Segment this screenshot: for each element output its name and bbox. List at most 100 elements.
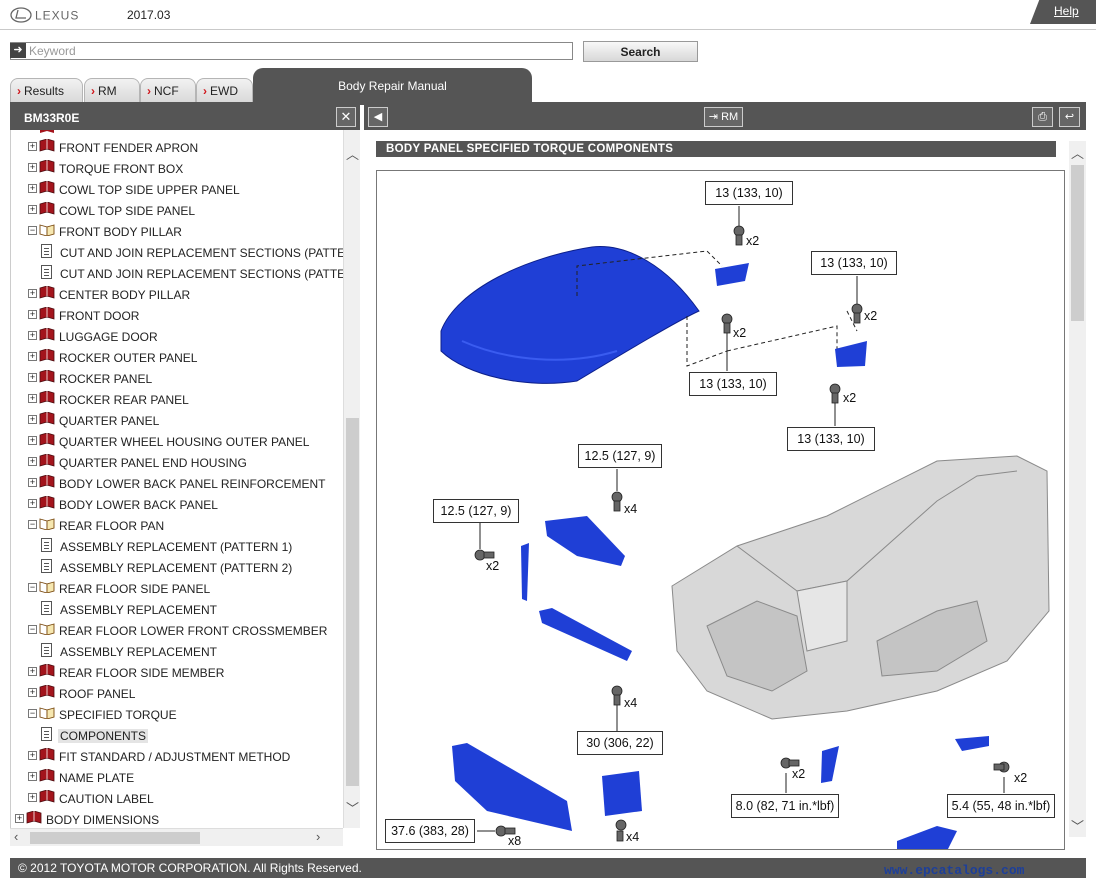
expand-icon[interactable]: +: [28, 142, 37, 151]
tree-item[interactable]: + BODY LOWER BACK PANEL: [11, 494, 343, 515]
lexus-logo: LEXUS: [10, 7, 78, 23]
tree-item[interactable]: CUT AND JOIN REPLACEMENT SECTIONS (PATTE…: [11, 263, 343, 284]
navigation-tree: + FRONT FENDER APRON + TORQUE FRONT BOX + COW…: [10, 130, 343, 828]
tree-item[interactable]: + ROCKER REAR PANEL: [11, 389, 343, 410]
tab-results[interactable]: › Results: [10, 78, 83, 102]
tree-item-label: ASSEMBLY REPLACEMENT (PATTERN 2): [60, 561, 293, 575]
tree-item[interactable]: + TORQUE FRONT BOX: [11, 158, 343, 179]
collapse-icon[interactable]: −: [28, 625, 37, 634]
expand-icon[interactable]: +: [28, 352, 37, 361]
tree-item[interactable]: + FRONT FENDER APRON: [11, 137, 343, 158]
tree-item-label: FRONT FENDER APRON: [59, 141, 199, 155]
top-bar: LEXUS 2017.03 Help: [0, 0, 1096, 30]
tree-item[interactable]: + COWL TOP SIDE PANEL: [11, 200, 343, 221]
tab-rm[interactable]: › RM: [84, 78, 140, 102]
tree-item[interactable]: + BODY LOWER BACK PANEL REINFORCEMENT: [11, 473, 343, 494]
help-link[interactable]: Help: [1054, 4, 1079, 18]
expand-icon[interactable]: +: [28, 457, 37, 466]
tree-item[interactable]: + REAR FLOOR SIDE MEMBER: [11, 662, 343, 683]
expand-icon[interactable]: +: [28, 478, 37, 487]
tree-item[interactable]: CUT AND JOIN REPLACEMENT SECTIONS (PATTE…: [11, 242, 343, 263]
tree-item[interactable]: + QUARTER WHEEL HOUSING OUTER PANEL: [11, 431, 343, 452]
tree-item[interactable]: − REAR FLOOR SIDE PANEL: [11, 578, 343, 599]
bolt-quantity: x2: [746, 234, 760, 248]
tree-item[interactable]: − REAR FLOOR LOWER FRONT CROSSMEMBER: [11, 620, 343, 641]
rm-link-button[interactable]: ⇥ RM: [704, 107, 743, 127]
collapse-left-button[interactable]: ◀: [368, 107, 388, 127]
tree-item[interactable]: ASSEMBLY REPLACEMENT: [11, 599, 343, 620]
tree-item[interactable]: − FRONT BODY PILLAR: [11, 221, 343, 242]
collapse-icon[interactable]: −: [28, 520, 37, 529]
expand-icon[interactable]: +: [28, 331, 37, 340]
collapse-icon[interactable]: −: [28, 709, 37, 718]
tree-item[interactable]: + FRONT DOOR: [11, 305, 343, 326]
expand-icon[interactable]: +: [28, 667, 37, 676]
close-panel-button[interactable]: ✕: [336, 107, 356, 127]
bolt-quantity: x4: [624, 696, 638, 710]
tab-body-repair-manual[interactable]: Body Repair Manual: [253, 68, 532, 103]
scroll-up-icon[interactable]: ︿: [1071, 143, 1084, 162]
expand-icon[interactable]: +: [28, 289, 37, 298]
expand-icon[interactable]: +: [28, 394, 37, 403]
tree-item[interactable]: + QUARTER PANEL END HOUSING: [11, 452, 343, 473]
expand-icon[interactable]: +: [28, 793, 37, 802]
scroll-right-icon[interactable]: ›: [316, 829, 320, 844]
bolt-quantity: x2: [843, 391, 857, 405]
tree-item[interactable]: ASSEMBLY REPLACEMENT: [11, 641, 343, 662]
content-vertical-scrollbar[interactable]: ︿ ﹀: [1069, 141, 1086, 837]
components-illustration: 13 (133, 10) 13 (133, 10) 13 (133, 10) 1…: [376, 170, 1065, 850]
back-icon[interactable]: ↩: [1059, 107, 1080, 127]
torque-callout: 12.5 (127, 9): [578, 444, 662, 468]
expand-icon[interactable]: +: [28, 184, 37, 193]
expand-icon[interactable]: +: [28, 688, 37, 697]
tree-item-label: ROOF PANEL: [59, 687, 136, 701]
search-button[interactable]: Search: [583, 41, 698, 62]
expand-icon[interactable]: +: [28, 436, 37, 445]
hinge-bracket: [715, 263, 749, 286]
expand-icon[interactable]: +: [28, 163, 37, 172]
scrollbar-thumb[interactable]: [1071, 165, 1084, 321]
scrollbar-thumb[interactable]: [30, 832, 200, 844]
tree-item[interactable]: + CENTER BODY PILLAR: [11, 284, 343, 305]
tree-item[interactable]: − SPECIFIED TORQUE: [11, 704, 343, 725]
expand-icon[interactable]: +: [28, 499, 37, 508]
tree-item-label: ASSEMBLY REPLACEMENT (PATTERN 1): [60, 540, 293, 554]
tree-item[interactable]: + COWL TOP SIDE UPPER PANEL: [11, 179, 343, 200]
expand-icon[interactable]: +: [15, 814, 24, 823]
watermark-text: www.epcatalogs.com: [884, 863, 1025, 878]
tree-item[interactable]: + ROOF PANEL: [11, 683, 343, 704]
scrollbar-thumb[interactable]: [346, 418, 359, 786]
tab-ewd[interactable]: › EWD: [196, 78, 253, 102]
tree-item[interactable]: COMPONENTS: [11, 725, 343, 746]
hood-panel: [440, 246, 700, 384]
tree-item[interactable]: + FIT STANDARD / ADJUSTMENT METHOD: [11, 746, 343, 767]
tree-item[interactable]: + QUARTER PANEL: [11, 410, 343, 431]
tree-horizontal-scrollbar[interactable]: ‹ ›: [10, 828, 343, 846]
expand-icon[interactable]: +: [28, 772, 37, 781]
expand-icon[interactable]: +: [28, 205, 37, 214]
keyword-search-input[interactable]: [10, 42, 573, 60]
tree-item[interactable]: ASSEMBLY REPLACEMENT (PATTERN 1): [11, 536, 343, 557]
expand-icon[interactable]: +: [28, 310, 37, 319]
tree-item[interactable]: + ROCKER OUTER PANEL: [11, 347, 343, 368]
scroll-up-icon[interactable]: ︿: [346, 144, 359, 163]
tree-item[interactable]: + CAUTION LABEL: [11, 788, 343, 809]
tree-item[interactable]: + ROCKER PANEL: [11, 368, 343, 389]
collapse-icon[interactable]: −: [28, 226, 37, 235]
tree-item[interactable]: + LUGGAGE DOOR: [11, 326, 343, 347]
scroll-left-icon[interactable]: ‹: [14, 829, 18, 844]
tree-item[interactable]: ASSEMBLY REPLACEMENT (PATTERN 2): [11, 557, 343, 578]
tree-item[interactable]: − REAR FLOOR PAN: [11, 515, 343, 536]
tree-vertical-scrollbar[interactable]: ︿ ﹀: [343, 130, 360, 828]
document-icon: [41, 244, 52, 258]
print-icon[interactable]: ⎙: [1032, 107, 1053, 127]
collapse-icon[interactable]: −: [28, 583, 37, 592]
tab-ncf[interactable]: › NCF: [140, 78, 196, 102]
expand-icon[interactable]: +: [28, 415, 37, 424]
tree-item[interactable]: + NAME PLATE: [11, 767, 343, 788]
tree-item[interactable]: + BODY DIMENSIONS: [11, 809, 343, 828]
scroll-down-icon[interactable]: ﹀: [346, 798, 359, 817]
scroll-down-icon[interactable]: ﹀: [1071, 816, 1084, 835]
expand-icon[interactable]: +: [28, 751, 37, 760]
expand-icon[interactable]: +: [28, 373, 37, 382]
